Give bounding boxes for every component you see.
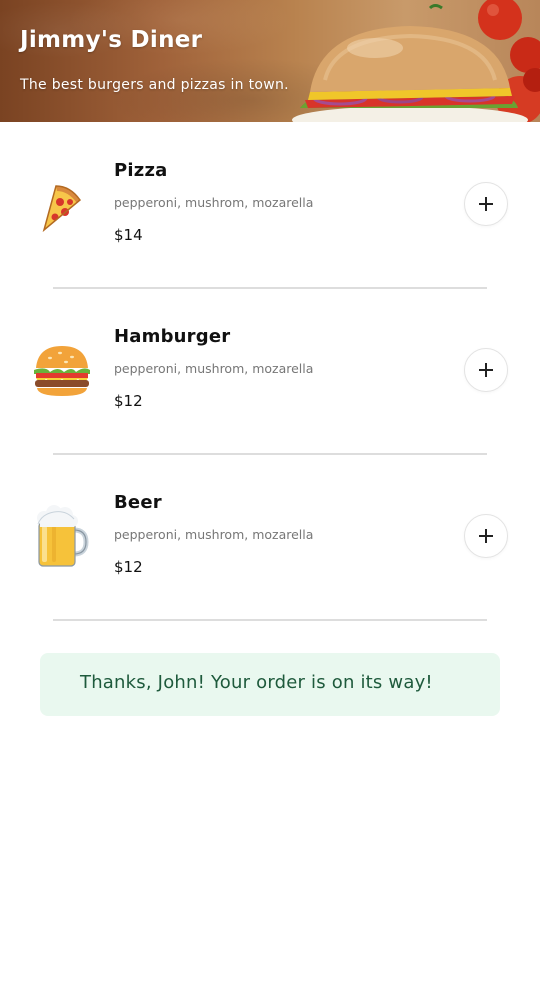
restaurant-tagline: The best burgers and pizzas in town.: [20, 77, 289, 93]
add-beer-button[interactable]: [464, 514, 508, 558]
item-name: Hamburger: [114, 326, 231, 347]
item-price: $12: [114, 558, 143, 576]
restaurant-title: Jimmy's Diner: [20, 27, 203, 53]
item-name: Beer: [114, 492, 162, 513]
hamburger-icon: [34, 346, 90, 396]
item-price: $12: [114, 392, 143, 410]
pizza-icon: [42, 185, 82, 233]
order-confirmation-message: Thanks, John! Your order is on its way!: [80, 672, 433, 693]
add-pizza-button[interactable]: [464, 182, 508, 226]
divider: [53, 619, 487, 621]
plus-icon: [479, 529, 493, 543]
plus-icon: [479, 197, 493, 211]
burger-photo: [292, 0, 540, 122]
hero-banner: Jimmy's Diner The best burgers and pizza…: [0, 0, 540, 122]
add-hamburger-button[interactable]: [464, 348, 508, 392]
item-name: Pizza: [114, 160, 168, 181]
order-confirmation-banner: Thanks, John! Your order is on its way!: [40, 653, 500, 716]
menu-item-beer: Beer pepperoni, mushrom, mozarella $12: [0, 454, 540, 621]
item-description: pepperoni, mushrom, mozarella: [114, 361, 314, 376]
menu-item-pizza: Pizza pepperoni, mushrom, mozarella $14: [0, 122, 540, 289]
menu-list: Pizza pepperoni, mushrom, mozarella $14: [0, 122, 540, 621]
menu-item-hamburger: Hamburger pepperoni, mushrom, mozarella …: [0, 288, 540, 455]
item-description: pepperoni, mushrom, mozarella: [114, 195, 314, 210]
item-description: pepperoni, mushrom, mozarella: [114, 527, 314, 542]
beer-icon: [37, 505, 89, 567]
diner-page: Jimmy's Diner The best burgers and pizza…: [0, 0, 540, 994]
plus-icon: [479, 363, 493, 377]
item-price: $14: [114, 226, 143, 244]
